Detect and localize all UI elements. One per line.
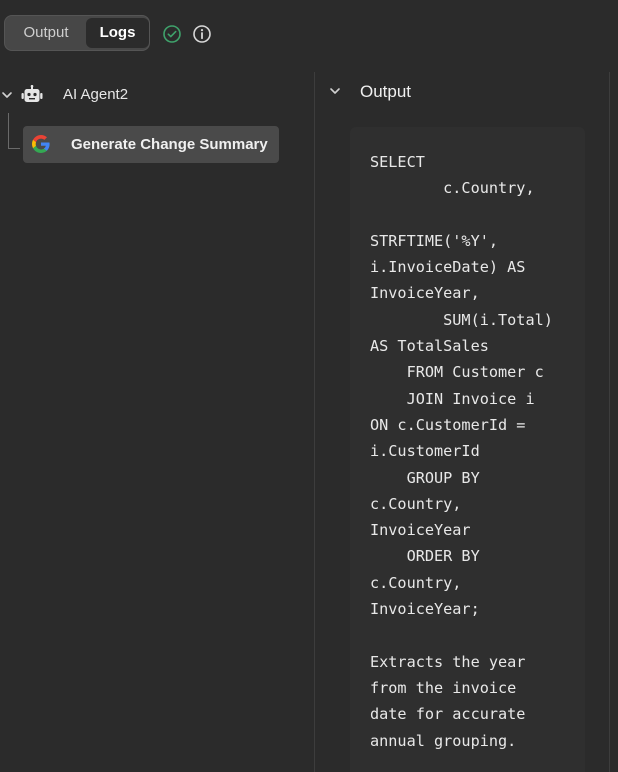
tree-item-agent-label[interactable]: AI Agent2 <box>63 86 128 103</box>
logs-view: Output Logs AI Agent2 Generate Change Su <box>0 0 618 772</box>
tab-output[interactable]: Output <box>7 18 85 48</box>
tab-bar: Output Logs <box>4 15 150 51</box>
check-circle-icon <box>163 25 181 43</box>
output-text: SELECT c.Country, STRFTIME('%Y', i.Invoi… <box>370 153 553 750</box>
google-icon <box>32 135 50 153</box>
chevron-down-icon[interactable] <box>328 84 342 98</box>
tab-logs[interactable]: Logs <box>86 18 149 48</box>
output-section-title: Output <box>360 82 412 101</box>
chevron-down-icon[interactable] <box>0 88 14 102</box>
panel-divider-right <box>609 72 610 772</box>
tree-item-child-label: Generate Change Summary <box>71 136 268 153</box>
output-content-box: SELECT c.Country, STRFTIME('%Y', i.Invoi… <box>350 127 585 772</box>
tree-item-generate-change-summary[interactable]: Generate Change Summary <box>23 126 279 163</box>
info-icon[interactable] <box>192 24 212 44</box>
tree-connector <box>8 113 20 149</box>
panel-divider[interactable] <box>314 72 315 772</box>
robot-icon <box>21 85 43 102</box>
